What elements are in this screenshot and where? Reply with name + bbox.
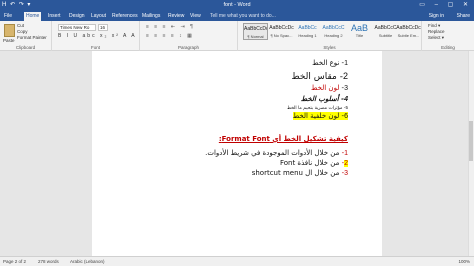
style-name: Heading 2 [324, 33, 343, 38]
tab-view[interactable]: View [188, 12, 203, 21]
tab-review[interactable]: Review [166, 12, 186, 21]
list-item: 6- لون خلفية الخط [292, 112, 348, 120]
style-preview: AaBbCcDc [244, 26, 267, 32]
language-indicator[interactable]: Arabic (Lebanon) [70, 257, 105, 266]
section-heading: كيفية تشكيل الخط أي Format Font: [219, 135, 348, 143]
list-text: لون خلفية الخط [292, 112, 340, 120]
share-button[interactable]: Share [457, 12, 470, 21]
step-text: من خلال الأدوات الموجودة في شريط الأدوات… [205, 149, 340, 157]
style-preview: AaBbCc [298, 25, 317, 31]
style-preview: AaBbCcDc [396, 25, 421, 31]
paragraph-row-1[interactable]: ≡ ≡ ≡ ⇤ ⇥ ¶ [146, 24, 195, 30]
style-heading-2[interactable]: AaBbCcC Heading 2 [321, 23, 346, 40]
title-bar: H ↶ ↷ ▾ font - Word ▭ – ▢ ✕ [0, 0, 474, 11]
paragraph-label: Paragraph [177, 45, 199, 50]
style-name: Subtitle [378, 33, 393, 38]
list-item: 3- لون الخط [310, 84, 348, 92]
list-item: 1- نوع الخط [312, 59, 348, 67]
list-item: 4- أسلوب الخط [300, 95, 348, 103]
cut-button[interactable]: Cut [17, 23, 24, 28]
style-heading-1[interactable]: AaBbCc Heading 1 [295, 23, 320, 40]
document-page[interactable]: 1- نوع الخط 2- مقاس الخط 3- لون الخط 4- … [92, 51, 382, 256]
clipboard-label: Clipboard [15, 45, 36, 50]
document-area: 1- نوع الخط 2- مقاس الخط 3- لون الخط 4- … [0, 51, 474, 256]
replace-button[interactable]: Replace [428, 29, 445, 34]
list-text: مؤثرات مضرية بتحيم ما الخط [286, 106, 343, 111]
step-item: 3- من خلال ال shortcut menu [251, 169, 348, 177]
list-text: مقاس الخط [291, 72, 337, 82]
copy-button[interactable]: Copy [17, 29, 28, 34]
font-size-box[interactable]: 16 [98, 24, 108, 31]
list-text: لون الخط [310, 84, 340, 92]
tab-references[interactable]: References [110, 12, 140, 21]
style-name: Title [355, 33, 364, 38]
step-number: 3 [344, 170, 348, 177]
list-number: 1 [344, 60, 348, 67]
list-number: 6 [344, 113, 348, 120]
font-group: Times New Ro 16 B I U abc x₂ x² A A Font [52, 21, 140, 51]
style-preview: AaBbCcDc [269, 25, 294, 31]
style-name: ¶ No Spac... [270, 33, 293, 38]
style-no-spacing[interactable]: AaBbCcDc ¶ No Spac... [269, 23, 294, 40]
step-text: من خلال نافذة Font [279, 159, 340, 167]
styles-label: Styles [323, 45, 336, 50]
style-subtitle[interactable]: AaBbCcC Subtitle [373, 23, 398, 40]
page-count[interactable]: Page 2 of 2 [3, 257, 26, 266]
style-preview: AaBbCcC [374, 25, 397, 31]
tab-insert[interactable]: Insert [46, 12, 63, 21]
list-number: 3 [344, 85, 348, 92]
format-painter-button[interactable]: Format Painter [17, 35, 47, 40]
window-controls[interactable]: ▭ – ▢ ✕ [419, 1, 472, 8]
paragraph-group: ≡ ≡ ≡ ⇤ ⇥ ¶ ≡ ≡ ≡ ≡ ↕ ▦ Paragraph [140, 21, 238, 51]
paste-icon[interactable] [4, 24, 15, 37]
clipboard-group: Paste Cut Copy Format Painter Clipboard [0, 21, 52, 51]
step-number: 2 [344, 160, 348, 167]
list-item: 5- مؤثرات مضرية بتحيم ما الخط [286, 105, 348, 111]
style-name: ¶ Normal [247, 34, 264, 39]
font-label: Font [90, 45, 100, 50]
paste-button[interactable]: Paste [3, 38, 15, 43]
list-item: 2- مقاس الخط [291, 71, 348, 82]
tab-design[interactable]: Design [67, 12, 87, 21]
tab-home[interactable]: Home [24, 12, 42, 21]
vertical-scrollbar[interactable] [468, 51, 474, 256]
font-format-buttons[interactable]: B I U abc x₂ x² A A [58, 33, 137, 39]
style-preview: AaBbCcC [322, 25, 345, 31]
zoom-level[interactable]: 100% [458, 257, 470, 266]
step-item: 2- من خلال نافذة Font [279, 159, 348, 167]
styles-group: AaBbCcDc ¶ Normal AaBbCcDc ¶ No Spac... … [238, 21, 422, 51]
font-name-box[interactable]: Times New Ro [58, 24, 96, 31]
sign-in-link[interactable]: Sign in [429, 12, 444, 21]
step-item: 1- من خلال الأدوات الموجودة في شريط الأد… [205, 149, 348, 157]
list-number: 2 [342, 71, 348, 81]
list-text: أسلوب الخط [300, 95, 339, 103]
heading-text: كيفية تشكيل الخط أي Format Font: [218, 135, 348, 143]
ribbon: Paste Cut Copy Format Painter Clipboard … [0, 21, 474, 51]
window-title: font - Word [223, 2, 251, 8]
step-number: 1 [344, 150, 348, 157]
tell-me-box[interactable]: Tell me what you want to do... [210, 12, 276, 21]
word-count[interactable]: 278 words [38, 257, 59, 266]
style-subtle-emphasis[interactable]: AaBbCcDc Subtle Em... [396, 23, 421, 40]
style-name: Heading 1 [298, 33, 317, 38]
style-title[interactable]: AaB Title [347, 23, 372, 40]
tab-mailings[interactable]: Mailings [140, 12, 162, 21]
editing-group: Find ▾ Replace Select ▾ Editing [422, 21, 474, 51]
ribbon-tabs: File Home Insert Design Layout Reference… [0, 11, 474, 21]
tab-layout[interactable]: Layout [89, 12, 108, 21]
select-button[interactable]: Select ▾ [428, 35, 444, 41]
editing-label: Editing [441, 45, 455, 50]
step-text: من خلال ال shortcut menu [251, 169, 340, 177]
list-text: نوع الخط [312, 59, 340, 67]
list-number: 5 [345, 105, 348, 110]
paragraph-row-2[interactable]: ≡ ≡ ≡ ≡ ↕ ▦ [146, 33, 194, 39]
status-bar: Page 2 of 2 278 words Arabic (Lebanon) 1… [0, 256, 474, 266]
list-number: 4 [344, 96, 348, 103]
scrollbar-thumb[interactable] [469, 121, 473, 161]
style-preview: AaB [350, 23, 368, 33]
word-window: H ↶ ↷ ▾ font - Word ▭ – ▢ ✕ File Home In… [0, 0, 474, 266]
tab-file[interactable]: File [2, 12, 14, 21]
style-normal[interactable]: AaBbCcDc ¶ Normal [243, 23, 268, 40]
style-name: Subtle Em... [397, 33, 420, 38]
